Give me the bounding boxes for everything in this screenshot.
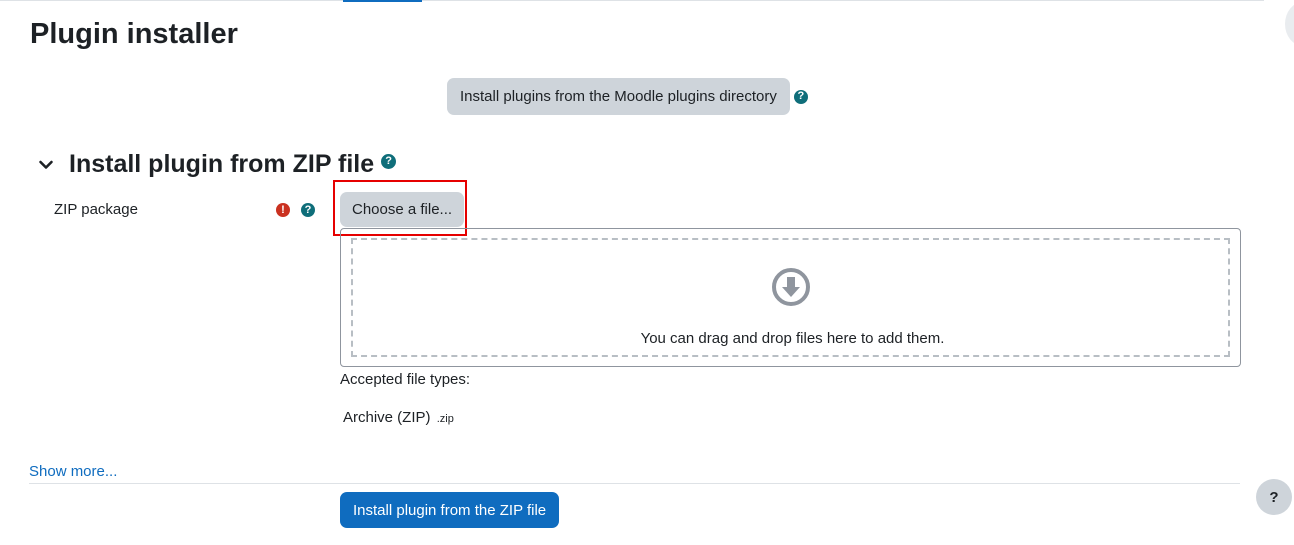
page-title: Plugin installer	[30, 18, 238, 50]
section-title: Install plugin from ZIP file	[69, 150, 375, 178]
question-circle-icon[interactable]: ?	[301, 203, 315, 217]
plugins-directory-button[interactable]: Install plugins from the Moodle plugins …	[447, 78, 790, 115]
exclamation-circle-icon: !	[276, 203, 290, 217]
file-type-name: Archive (ZIP)	[343, 409, 431, 426]
accepted-file-types-label: Accepted file types:	[340, 371, 471, 388]
zip-section-header[interactable]: Install plugin from ZIP file ?	[38, 150, 397, 179]
dropzone-text: You can drag and drop files here to add …	[640, 330, 945, 347]
arrow-circle-down-icon	[772, 268, 810, 306]
active-tab-indicator	[343, 0, 422, 2]
question-circle-icon[interactable]: ?	[793, 89, 808, 104]
zip-package-label: ZIP package	[54, 201, 138, 218]
top-divider	[0, 0, 1264, 1]
install-zip-button[interactable]: Install plugin from the ZIP file	[340, 492, 560, 528]
user-menu-edge[interactable]	[1285, 2, 1294, 46]
plugins-directory-row: Install plugins from the Moodle plugins …	[447, 78, 808, 115]
show-more-link[interactable]: Show more...	[29, 463, 117, 480]
file-type-extension: .zip	[436, 413, 454, 425]
divider	[29, 483, 1240, 484]
file-dropzone[interactable]: You can drag and drop files here to add …	[340, 228, 1241, 367]
dropzone-area[interactable]: You can drag and drop files here to add …	[351, 238, 1230, 357]
choose-file-button[interactable]: Choose a file...	[340, 192, 465, 227]
footer-help-button[interactable]: ?	[1256, 479, 1292, 515]
accepted-file-type: Archive (ZIP) .zip	[343, 409, 454, 426]
chevron-down-icon[interactable]	[38, 157, 54, 173]
question-circle-icon[interactable]: ?	[381, 154, 397, 169]
